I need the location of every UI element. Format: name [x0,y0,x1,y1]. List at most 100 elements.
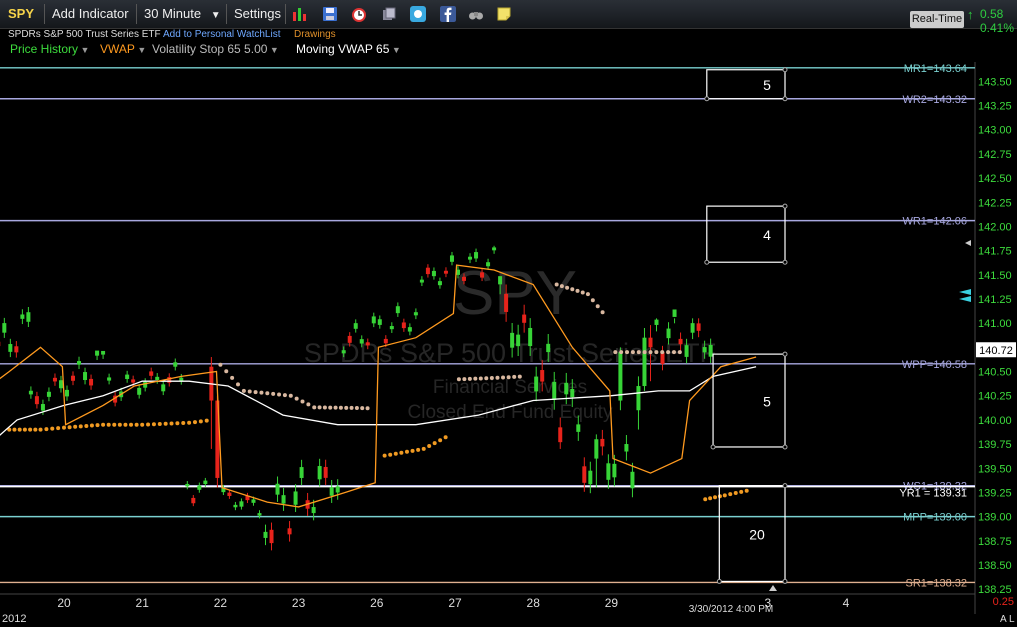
settings-button[interactable]: Settings [234,5,281,23]
drawings-link[interactable]: Drawings [294,29,336,40]
vstop-dot [399,450,404,455]
candle-body [672,309,677,317]
candle-body [630,471,635,489]
indicator-2[interactable]: Volatility Stop 65 5.00 ▼ [152,42,279,56]
symbol-input[interactable]: SPY [8,5,34,23]
alarm-icon[interactable] [351,6,367,22]
chevron-down-icon: ▼ [389,45,401,55]
vstop-dot [354,406,359,411]
candle-body [395,306,400,314]
vstop-dot [12,427,17,432]
price-tick-label: 141.25 [978,294,1012,306]
indicator-1[interactable]: VWAP ▼ [100,42,146,56]
add-indicator-button[interactable]: Add Indicator [52,5,129,23]
layers-icon[interactable] [381,6,397,22]
candle-body [690,323,695,333]
vstop-dot [456,377,461,382]
candle-body [221,487,226,493]
price-tick-label: 142.50 [978,173,1012,185]
vstop-dot [585,292,590,297]
candle-body [155,376,160,380]
vstop-dot [671,350,676,355]
vstop-dot [416,447,421,452]
candle-body [215,400,220,478]
note-icon[interactable] [496,6,512,22]
vstop-dot [427,444,432,449]
price-tick-label: 138.50 [978,560,1012,572]
candle-body [2,323,7,333]
add-watchlist-link[interactable]: Add to Personal WatchList [163,29,280,40]
bar-chart-icon[interactable] [292,6,308,22]
indicator-0[interactable]: Price History ▼ [10,42,89,56]
candle-body [618,352,623,401]
vstop-dot [187,420,192,425]
price-chart[interactable]: SPY SPDRs S&P 500 Trust Series ETF Financi… [0,0,1017,627]
price-tick-label: 140.75 [978,342,1012,354]
vstop-dot [106,422,111,427]
candle-body [179,377,184,381]
pivot-level-label: YR1 = 139.31 [899,488,967,500]
candle-body [588,470,593,485]
vstop-dot [230,375,235,380]
twitter-icon[interactable] [410,6,426,22]
vstop-dot [67,425,72,430]
price-tick-label: 143.25 [978,101,1012,113]
volatility-stop [7,282,749,502]
candle-body [371,316,376,324]
vstop-dot [322,405,327,410]
candle-body [552,381,557,400]
vstop-dot [112,422,117,427]
indicator-label: Moving VWAP 65 [296,42,390,56]
candle-body [119,391,124,398]
watermark-symbol: SPY [453,259,577,328]
candle-body [305,500,310,509]
vstop-dot [218,362,223,367]
vstop-dot [271,391,276,396]
candle-body [389,326,394,330]
vstop-dot [192,420,197,425]
pivot-level-label: MPP=139.00 [903,512,967,524]
vstop-dot [570,287,575,292]
vstop-dot [438,438,443,443]
candle-body [540,370,545,382]
vstop-dot [744,488,749,493]
vstop-dot [559,284,564,289]
vstop-dot [17,427,22,432]
price-tick-label: 142.75 [978,149,1012,161]
watermark-type: Closed End Fund Equity [408,402,613,423]
price-tick-label: 139.50 [978,463,1012,475]
vstop-dot [277,392,282,397]
vstop-dot [282,393,287,398]
toolbar-divider [285,4,286,24]
vstop-dot [517,374,522,379]
candle-body [522,314,527,323]
vstop-dot [294,396,299,401]
box-handle [704,259,710,265]
candle-body [359,339,364,344]
price-tick-label: 140.00 [978,415,1012,427]
candle-body [606,463,611,480]
last-price-label: 140.72 [979,345,1013,357]
time-tick-label: 20 [57,596,71,610]
vstop-dot [739,489,744,494]
candle-body [413,312,418,316]
vstop-dot [703,497,708,502]
facebook-icon[interactable] [440,6,456,22]
vstop-dot [728,492,733,497]
vstop-dot [235,382,240,387]
indicator-3[interactable]: Moving VWAP 65 ▼ [296,42,401,56]
interval-dropdown[interactable]: 30 Minute ▼ [144,5,221,23]
candle-body [516,334,521,347]
vstop-dot [489,376,494,381]
candle-body [564,382,569,395]
save-icon[interactable] [322,6,338,22]
candle-body [678,338,683,345]
watermark-name: SPDRs S&P 500 Trust Series ETF [304,338,716,368]
price-tick-label: 142.25 [978,197,1012,209]
candle-body [431,270,436,277]
cursor-marker-icon [769,585,777,591]
binoculars-icon[interactable] [468,6,484,22]
vstop-dot [253,390,258,395]
chevron-down-icon: ▼ [78,45,90,55]
candle-body [185,483,190,487]
